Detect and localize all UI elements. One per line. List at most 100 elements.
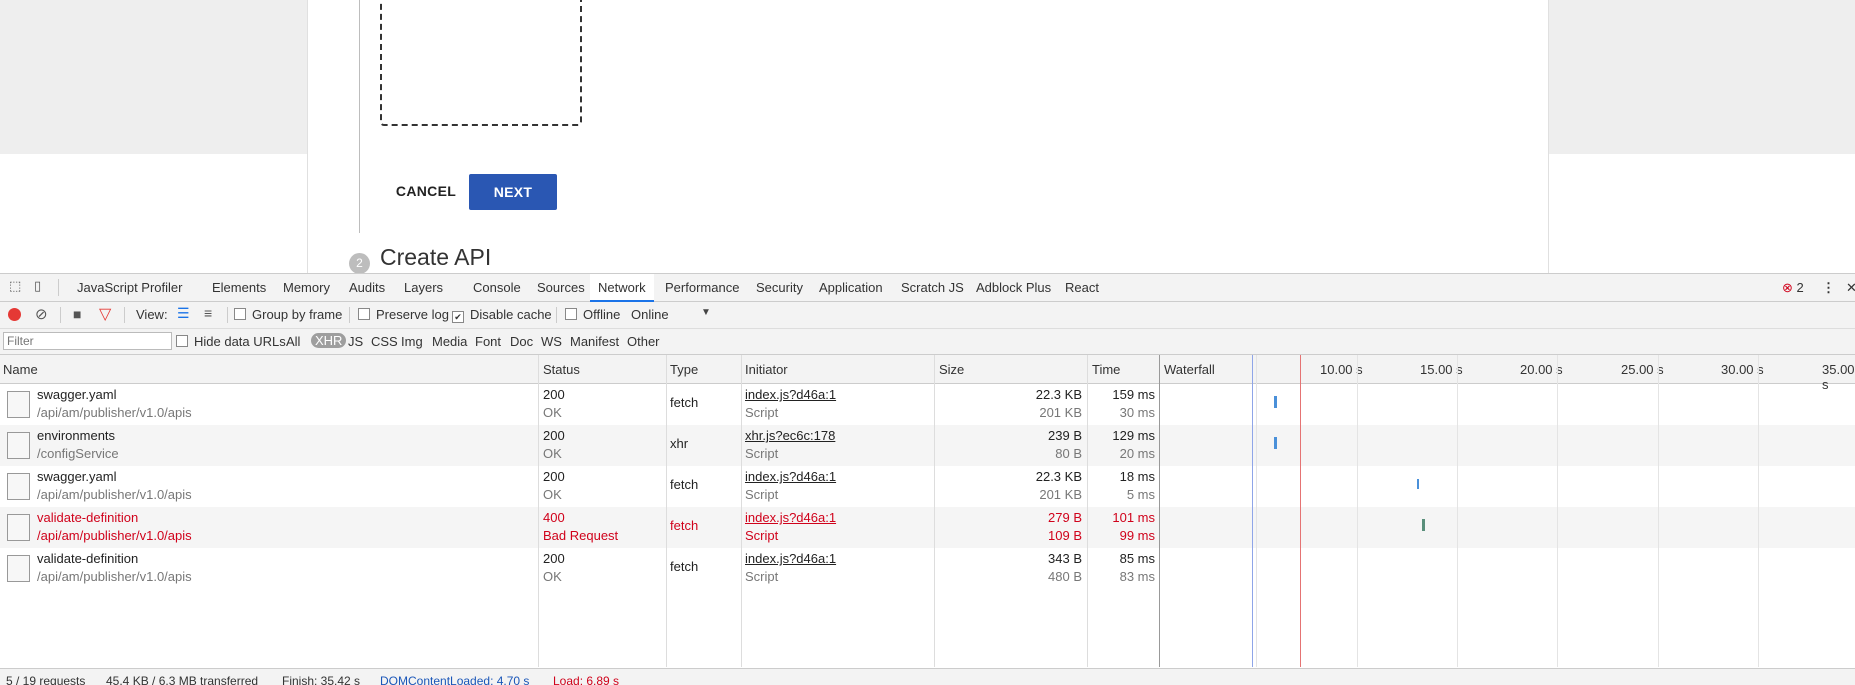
tab-application[interactable]: Application xyxy=(819,274,883,301)
checkbox[interactable] xyxy=(234,308,246,320)
request-type: fetch xyxy=(670,477,699,492)
filter-type-js[interactable]: JS xyxy=(348,334,363,349)
tab-memory[interactable]: Memory xyxy=(283,274,330,301)
filter-type-media[interactable]: Media xyxy=(432,334,467,349)
initiator-link[interactable]: index.js?d46a:1 xyxy=(745,551,836,566)
divider xyxy=(58,279,59,296)
tab-audits[interactable]: Audits xyxy=(349,274,385,301)
waterfall-gridline xyxy=(1357,355,1358,667)
filter-type-css[interactable]: CSS xyxy=(371,334,398,349)
dom-content-loaded-time: DOMContentLoaded: 4.70 s xyxy=(380,674,530,685)
column-divider[interactable] xyxy=(538,355,539,667)
size-resource: 201 KB xyxy=(1039,487,1082,502)
time-total: 101 ms xyxy=(1112,510,1155,525)
request-path: /api/am/publisher/v1.0/apis xyxy=(37,528,192,543)
request-name: swagger.yaml xyxy=(37,469,117,484)
column-header-waterfall[interactable]: Waterfall xyxy=(1164,362,1215,377)
tab-javascript-profiler[interactable]: JavaScript Profiler xyxy=(77,274,182,301)
initiator-link[interactable]: index.js?d46a:1 xyxy=(745,510,836,525)
finish-time: Finish: 35.42 s xyxy=(282,674,361,685)
clear-icon[interactable]: ⊘ xyxy=(35,305,48,323)
table-header: Name Status Type Initiator Size Time Wat… xyxy=(0,355,1855,392)
filter-type-all[interactable]: All xyxy=(286,334,300,349)
filter-type-ws[interactable]: WS xyxy=(541,334,562,349)
request-path: /api/am/publisher/v1.0/apis xyxy=(37,405,192,420)
offline-checkbox[interactable]: Offline xyxy=(565,307,620,322)
file-icon xyxy=(7,473,30,500)
tab-network[interactable]: Network xyxy=(590,274,654,302)
disable-cache-checkbox[interactable]: ✔ Disable cache xyxy=(452,307,552,323)
cancel-button[interactable]: CANCEL xyxy=(384,174,468,208)
initiator-type: Script xyxy=(745,569,779,584)
filter-type-other[interactable]: Other xyxy=(627,334,660,349)
column-divider[interactable] xyxy=(666,355,667,667)
status-code: 400 xyxy=(543,510,565,525)
app-background-right xyxy=(1547,0,1855,154)
initiator-link[interactable]: xhr.js?ec6c:178 xyxy=(745,428,835,443)
device-toolbar-icon[interactable]: ▯ xyxy=(34,279,41,294)
checkbox[interactable] xyxy=(565,308,577,320)
large-rows-icon[interactable]: ☰ xyxy=(177,305,190,322)
filter-type-doc[interactable]: Doc xyxy=(510,334,533,349)
divider xyxy=(124,307,125,323)
waterfall-bar[interactable] xyxy=(1274,437,1277,449)
tab-adblock-plus[interactable]: Adblock Plus xyxy=(976,274,1051,301)
filter-input[interactable] xyxy=(3,332,172,350)
tab-performance[interactable]: Performance xyxy=(665,274,739,301)
filter-type-manifest[interactable]: Manifest xyxy=(570,334,619,349)
column-divider[interactable] xyxy=(1087,355,1088,667)
tab-elements[interactable]: Elements xyxy=(212,274,266,301)
column-header-size[interactable]: Size xyxy=(939,362,964,377)
waterfall-bar[interactable] xyxy=(1417,479,1419,489)
tab-layers[interactable]: Layers xyxy=(404,274,443,301)
initiator-link[interactable]: index.js?d46a:1 xyxy=(745,469,836,484)
chevron-down-icon[interactable]: ▼ xyxy=(701,307,711,318)
checkbox-checked[interactable]: ✔ xyxy=(452,311,464,323)
initiator-link[interactable]: index.js?d46a:1 xyxy=(745,387,836,402)
status-text: OK xyxy=(543,569,562,584)
tab-sources[interactable]: Sources xyxy=(537,274,585,301)
status-text: Bad Request xyxy=(543,528,619,543)
dom-content-loaded-line xyxy=(1252,355,1253,667)
close-icon[interactable]: ✕ xyxy=(1846,274,1855,301)
waterfall-bar[interactable] xyxy=(1422,519,1425,531)
preserve-log-checkbox[interactable]: Preserve log xyxy=(358,307,449,322)
column-header-initiator[interactable]: Initiator xyxy=(745,362,788,377)
filter-type-xhr[interactable]: XHR xyxy=(311,333,347,348)
column-header-type[interactable]: Type xyxy=(670,362,698,377)
hide-data-urls-checkbox[interactable]: Hide data URLs xyxy=(176,334,286,349)
error-count: 2 xyxy=(1796,280,1804,295)
column-divider[interactable] xyxy=(1159,355,1160,667)
error-indicator[interactable]: ⊗ 2 xyxy=(1782,274,1804,301)
tab-security[interactable]: Security xyxy=(756,274,803,301)
size-transferred: 343 B xyxy=(1048,551,1082,566)
column-header-time[interactable]: Time xyxy=(1092,362,1120,377)
more-options-icon[interactable]: ⋮ xyxy=(1822,274,1835,301)
throttling-select[interactable]: Online xyxy=(631,307,669,322)
checkbox[interactable] xyxy=(176,335,188,347)
request-name: validate-definition xyxy=(37,510,139,525)
tab-scratch-js[interactable]: Scratch JS xyxy=(901,274,964,301)
column-divider[interactable] xyxy=(741,355,742,667)
waterfall-bar[interactable] xyxy=(1274,396,1277,408)
column-header-name[interactable]: Name xyxy=(3,362,38,377)
capture-screenshots-icon[interactable]: ■ xyxy=(73,306,81,322)
record-icon[interactable] xyxy=(8,308,21,321)
inspect-element-icon[interactable]: ⬚ xyxy=(9,279,21,294)
request-count: 5 / 19 requests xyxy=(6,674,86,685)
filter-icon[interactable]: ▽ xyxy=(99,304,111,324)
tab-react[interactable]: React xyxy=(1065,274,1099,301)
group-by-frame-checkbox[interactable]: Group by frame xyxy=(234,307,342,322)
tab-console[interactable]: Console xyxy=(473,274,521,301)
filter-type-img[interactable]: Img xyxy=(401,334,423,349)
column-header-status[interactable]: Status xyxy=(543,362,580,377)
step-title: Create API xyxy=(380,244,492,270)
overview-icon[interactable]: ≡ xyxy=(204,305,212,321)
column-divider[interactable] xyxy=(934,355,935,667)
divider xyxy=(60,307,61,323)
checkbox[interactable] xyxy=(358,308,370,320)
request-path: /configService xyxy=(37,446,119,461)
filter-type-font[interactable]: Font xyxy=(475,334,501,349)
file-dropzone[interactable] xyxy=(380,0,582,126)
next-button[interactable]: NEXT xyxy=(469,174,557,210)
